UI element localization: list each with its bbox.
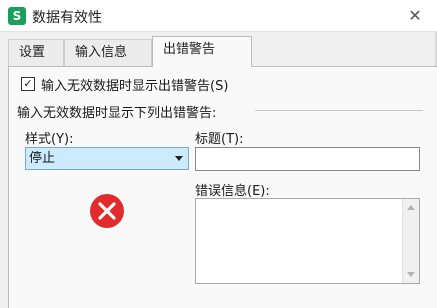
error-stop-icon (90, 194, 124, 228)
error-message-textarea[interactable] (195, 198, 420, 284)
style-selected-value: 停止 (29, 151, 56, 166)
close-button[interactable]: ✕ (405, 6, 425, 26)
window-title: 数据有效性 (32, 10, 102, 26)
title-bar: S 数据有效性 ✕ (0, 0, 437, 32)
error-message-label: 错误信息(E): (195, 184, 270, 199)
tab-error-alert[interactable]: 出错警告 (152, 36, 252, 67)
chevron-down-icon[interactable] (175, 156, 183, 161)
scroll-down-icon[interactable] (407, 272, 415, 277)
section-divider (255, 110, 423, 111)
style-select[interactable]: 停止 (25, 147, 189, 170)
style-label: 样式(Y): (25, 132, 74, 147)
show-alert-label[interactable]: 输入无效数据时显示出错警告(S) (41, 75, 228, 94)
message-scrollbar[interactable] (402, 199, 419, 283)
error-alert-panel: ✓ 输入无效数据时显示出错警告(S) 输入无效数据时显示下列出错警告: 样式(Y… (8, 66, 437, 308)
title-label: 标题(T): (195, 132, 244, 147)
show-alert-checkbox[interactable]: ✓ (21, 77, 35, 91)
section-label: 输入无效数据时显示下列出错警告: (17, 106, 217, 121)
app-icon: S (8, 7, 26, 25)
tab-input-message[interactable]: 输入信息 (64, 39, 152, 66)
title-input[interactable] (195, 147, 420, 171)
tab-settings[interactable]: 设置 (8, 39, 64, 66)
scroll-up-icon[interactable] (407, 205, 415, 210)
